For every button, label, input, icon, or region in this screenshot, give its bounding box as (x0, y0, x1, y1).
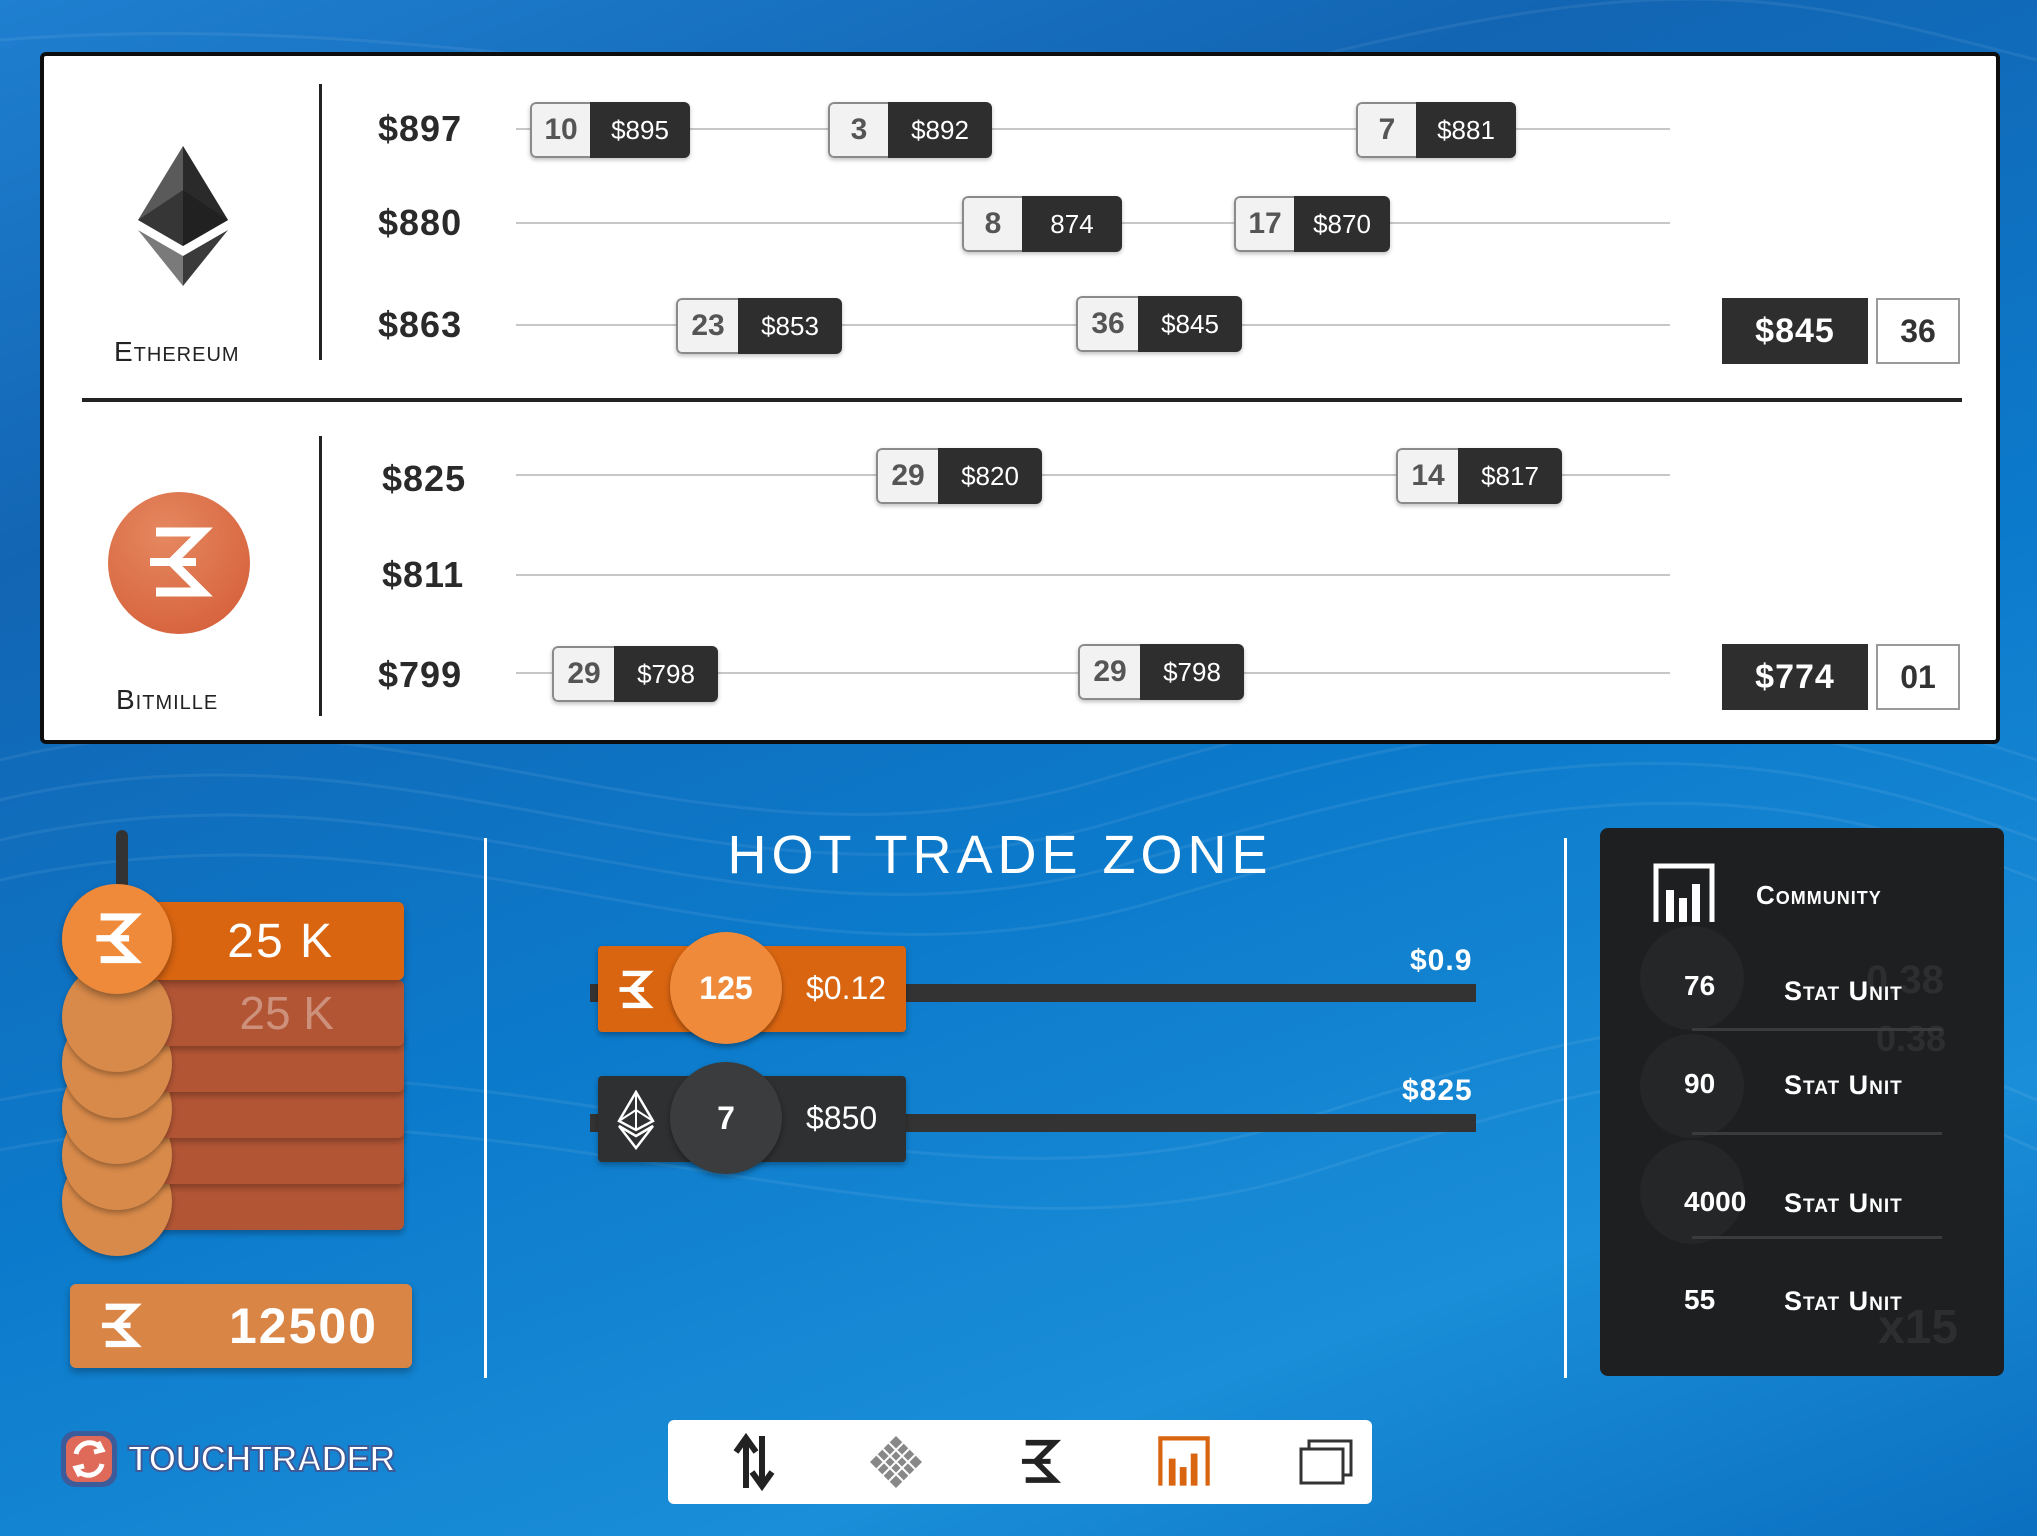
best-qty: 01 (1876, 644, 1960, 710)
order-price: $892 (888, 102, 992, 158)
grid-icon[interactable] (866, 1432, 926, 1492)
order-qty: 14 (1396, 448, 1458, 504)
trade-count-bubble[interactable]: 7 (670, 1062, 782, 1174)
section-divider (1564, 838, 1567, 1378)
order-qty: 17 (1234, 196, 1294, 252)
order-chip[interactable]: 29 $798 (1078, 644, 1244, 700)
trade-count-bubble[interactable]: 125 (670, 932, 782, 1044)
order-qty: 7 (1356, 102, 1416, 158)
order-chip[interactable]: 8 874 (962, 196, 1122, 252)
stat-divider (1692, 1236, 1942, 1239)
order-price: $895 (590, 102, 690, 158)
order-price: $817 (1458, 448, 1562, 504)
order-chip[interactable]: 14 $817 (1396, 448, 1562, 504)
order-qty: 29 (876, 448, 938, 504)
stat-unit: Stat Unit (1784, 1188, 1903, 1218)
coin-separator (82, 398, 1962, 402)
trade-icon[interactable] (724, 1432, 784, 1492)
level-price: $799 (378, 654, 463, 695)
trade-price: $850 (806, 1100, 878, 1136)
order-chip[interactable]: 10 $895 (530, 102, 690, 158)
order-qty: 29 (552, 646, 614, 702)
order-chip[interactable]: 17 $870 (1234, 196, 1390, 252)
bottom-nav (668, 1420, 1372, 1504)
level-price: $811 (382, 554, 465, 595)
ethereum-divider (319, 84, 322, 360)
order-price: $845 (1138, 296, 1242, 352)
order-price: 874 (1022, 196, 1122, 252)
order-price: $820 (938, 448, 1042, 504)
order-price: $798 (614, 646, 718, 702)
ethereum-icon (138, 146, 228, 286)
trade-max: $0.9 (1410, 944, 1473, 977)
order-chip[interactable]: 7 $881 (1356, 102, 1516, 158)
order-qty: 36 (1076, 296, 1138, 352)
level-track (516, 574, 1670, 576)
chart-icon (1653, 863, 1715, 922)
balance-value: 12500 (228, 1298, 378, 1354)
best-price: $845 (1722, 298, 1868, 364)
order-qty: 29 (1078, 644, 1140, 700)
order-chip[interactable]: 23 $853 (676, 298, 842, 354)
best-qty: 36 (1876, 298, 1960, 364)
stat-value: 76 (1684, 970, 1716, 1001)
trade-max: $825 (1402, 1074, 1473, 1107)
order-chip[interactable]: 36 $845 (1076, 296, 1242, 352)
bitmille-icon (619, 970, 654, 1009)
stat-unit: Stat Unit (1784, 976, 1903, 1006)
order-price: $870 (1294, 196, 1390, 252)
best-price: $774 (1722, 644, 1868, 710)
level-price: $825 (382, 458, 467, 499)
logo-text: TOUCHTRADER (127, 1437, 396, 1480)
order-price: $853 (738, 298, 842, 354)
app-logo: TOUCHTRADER (58, 1428, 396, 1490)
ghost-value: 0.38 (1876, 1018, 1947, 1059)
order-book-panel: Ethereum $897 $880 $863 10 $895 3 $892 7… (40, 52, 2000, 744)
order-chip[interactable]: 29 $798 (552, 646, 718, 702)
order-chip[interactable]: 29 $820 (876, 448, 1042, 504)
community-title: Community (1756, 880, 1882, 910)
level-price: $880 (378, 202, 463, 243)
bitmille-label: Bitmille (116, 684, 219, 715)
stat-value: 90 (1684, 1068, 1716, 1099)
stack-top-label: 25 K (227, 914, 334, 968)
bitmille-icon[interactable] (62, 884, 172, 994)
level-price: $897 (378, 108, 463, 149)
order-price: $798 (1140, 644, 1244, 700)
order-price: $881 (1416, 102, 1516, 158)
order-qty: 23 (676, 298, 738, 354)
hot-trade-zone-title: HOT TRADE ZONE (727, 825, 1273, 885)
stat-divider (1692, 1028, 1942, 1031)
bitmille-icon (101, 1303, 142, 1348)
trade-price: $0.12 (806, 970, 887, 1006)
windows-icon[interactable] (1296, 1432, 1356, 1492)
bitmille-icon[interactable] (1010, 1432, 1070, 1492)
level-price: $863 (378, 304, 463, 345)
order-qty: 10 (530, 102, 590, 158)
order-qty: 8 (962, 196, 1022, 252)
stat-unit: Stat Unit (1784, 1286, 1903, 1316)
balance-card[interactable]: 12500 (70, 1284, 412, 1368)
bitmille-best-order[interactable]: $774 01 (1722, 644, 1960, 710)
chart-icon[interactable] (1154, 1432, 1214, 1492)
stack-shadow-label: 25 K (239, 987, 334, 1039)
bitmille-divider (319, 436, 322, 716)
logo-icon (61, 1431, 117, 1487)
stat-value: 4000 (1684, 1186, 1747, 1217)
ethereum-label: Ethereum (114, 336, 240, 367)
section-divider (484, 838, 487, 1378)
bitmille-logo-icon (108, 492, 250, 634)
stat-value: 55 (1684, 1284, 1716, 1315)
ethereum-icon (617, 1090, 655, 1150)
order-qty: 3 (828, 102, 888, 158)
ethereum-best-order[interactable]: $845 36 (1722, 298, 1960, 364)
stat-unit: Stat Unit (1784, 1070, 1903, 1100)
stat-divider (1692, 1132, 1942, 1135)
order-chip[interactable]: 3 $892 (828, 102, 992, 158)
